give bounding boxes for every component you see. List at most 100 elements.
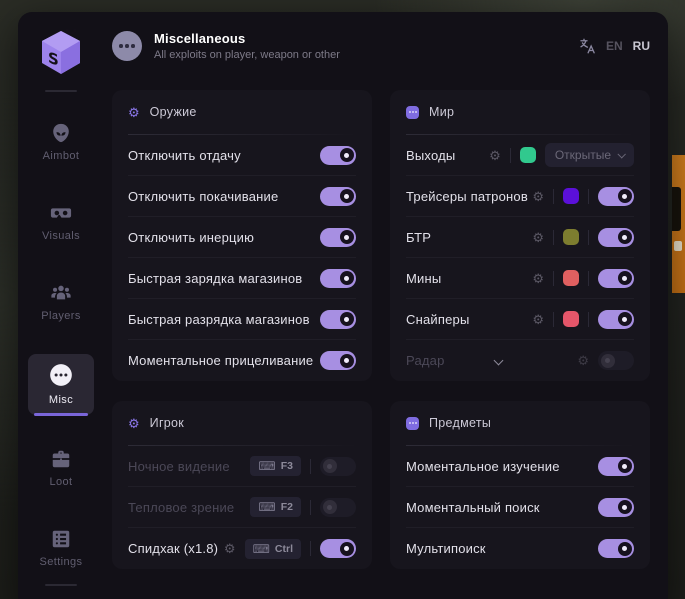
list-icon bbox=[50, 528, 72, 550]
toggle-knob bbox=[618, 542, 632, 556]
sidebar-item-loot[interactable]: Loot bbox=[28, 440, 94, 497]
toggle[interactable] bbox=[320, 228, 356, 247]
row-label: БТР bbox=[406, 230, 431, 245]
toggle-knob bbox=[618, 459, 632, 473]
sidebar-item-label: Loot bbox=[49, 476, 72, 488]
gear-icon[interactable]: ⚙ bbox=[224, 542, 236, 555]
toggle[interactable] bbox=[598, 310, 634, 329]
gear-icon: ⚙ bbox=[128, 417, 140, 430]
toggle[interactable] bbox=[320, 187, 356, 206]
sidebar-item-label: Visuals bbox=[42, 230, 80, 242]
exits-dropdown[interactable]: Открытые bbox=[545, 143, 634, 167]
hotkey-badge[interactable]: ⌨ F3 bbox=[250, 456, 301, 476]
gear-icon[interactable]: ⚙ bbox=[489, 149, 501, 162]
separator bbox=[310, 541, 311, 556]
sidebar-item-visuals[interactable]: Visuals bbox=[28, 194, 94, 251]
separator bbox=[510, 148, 511, 163]
banner-glyph bbox=[672, 187, 681, 231]
expand-chevron-icon[interactable] bbox=[493, 356, 503, 366]
svg-text:S: S bbox=[48, 49, 59, 70]
gear-icon[interactable]: ⚙ bbox=[532, 231, 544, 244]
misc-ellipsis-icon bbox=[112, 31, 142, 61]
row-label: Ночное видение bbox=[128, 459, 230, 474]
sidebar-item-label: Aimbot bbox=[43, 150, 80, 162]
sidebar-item-misc[interactable]: Misc bbox=[28, 354, 94, 415]
section-header: Мир bbox=[406, 90, 634, 134]
section-title: Оружие bbox=[150, 105, 197, 119]
row-snipers: Снайперы ⚙ bbox=[406, 299, 634, 340]
ellipsis-icon bbox=[48, 362, 74, 388]
color-swatch[interactable] bbox=[563, 311, 579, 327]
toggle[interactable] bbox=[598, 187, 634, 206]
color-swatch[interactable] bbox=[563, 270, 579, 286]
row-label: Спидхак (x1.8) bbox=[128, 541, 218, 556]
background-game-banner bbox=[672, 155, 685, 293]
toggle[interactable] bbox=[320, 269, 356, 288]
section-weapon: ⚙ Оружие Отключить отдачу Отключить пока… bbox=[112, 90, 372, 381]
row-label: Радар bbox=[406, 353, 445, 368]
toggle[interactable] bbox=[320, 146, 356, 165]
toggle[interactable] bbox=[320, 539, 356, 558]
gear-icon[interactable]: ⚙ bbox=[532, 313, 544, 326]
left-column: ⚙ Оружие Отключить отдачу Отключить пока… bbox=[112, 90, 372, 569]
toggle-knob bbox=[340, 354, 354, 368]
toggle[interactable] bbox=[320, 498, 356, 517]
section-world: Мир Выходы ⚙ Открытые bbox=[390, 90, 650, 381]
color-swatch[interactable] bbox=[520, 147, 536, 163]
toggle[interactable] bbox=[598, 228, 634, 247]
toggle[interactable] bbox=[320, 351, 356, 370]
row-label: Мины bbox=[406, 271, 441, 286]
row-label: Отключить отдачу bbox=[128, 148, 241, 163]
row-instant-loot: Моментальный поиск bbox=[406, 487, 634, 528]
app-logo-icon: S G bbox=[37, 28, 85, 78]
toggle[interactable] bbox=[598, 539, 634, 558]
toggle[interactable] bbox=[320, 310, 356, 329]
toggle[interactable] bbox=[598, 498, 634, 517]
lang-ru-button[interactable]: RU bbox=[633, 39, 650, 53]
row-exits: Выходы ⚙ Открытые bbox=[406, 135, 634, 176]
gear-icon[interactable]: ⚙ bbox=[532, 272, 544, 285]
content-grid: ⚙ Оружие Отключить отдачу Отключить пока… bbox=[112, 90, 650, 569]
separator bbox=[310, 459, 311, 474]
toggle-knob bbox=[323, 500, 337, 514]
toggle-knob bbox=[340, 271, 354, 285]
hotkey-badge[interactable]: ⌨ Ctrl bbox=[245, 539, 301, 559]
toggle[interactable] bbox=[598, 351, 634, 370]
group-icon bbox=[49, 282, 73, 304]
sidebar-item-settings[interactable]: Settings bbox=[28, 520, 94, 577]
section-title: Игрок bbox=[150, 416, 184, 430]
lang-en-button[interactable]: EN bbox=[606, 39, 623, 53]
separator bbox=[553, 189, 554, 204]
sidebar-item-players[interactable]: Players bbox=[28, 274, 94, 331]
page-subtitle: All exploits on player, weapon or other bbox=[154, 49, 340, 61]
color-swatch[interactable] bbox=[563, 229, 579, 245]
toggle[interactable] bbox=[598, 269, 634, 288]
section-items: Предметы Моментальное изучение Моменталь… bbox=[390, 401, 650, 569]
main-panel: Miscellaneous All exploits on player, we… bbox=[104, 12, 668, 599]
hotkey-label: Ctrl bbox=[275, 543, 293, 555]
color-swatch[interactable] bbox=[563, 188, 579, 204]
toggle[interactable] bbox=[320, 457, 356, 476]
toggle-knob bbox=[340, 189, 354, 203]
gear-icon[interactable]: ⚙ bbox=[532, 190, 544, 203]
toggle[interactable] bbox=[598, 457, 634, 476]
row-instant-research: Моментальное изучение bbox=[406, 446, 634, 487]
page-title: Miscellaneous bbox=[154, 31, 340, 46]
row-label: Тепловое зрение bbox=[128, 500, 234, 515]
hotkey-badge[interactable]: ⌨ F2 bbox=[250, 497, 301, 517]
toggle-knob bbox=[618, 271, 632, 285]
header-text: Miscellaneous All exploits on player, we… bbox=[154, 31, 340, 61]
row-night-vision: Ночное видение ⌨ F3 bbox=[128, 446, 356, 487]
gear-icon[interactable]: ⚙ bbox=[577, 354, 589, 367]
row-label: Быстрая разрядка магазинов bbox=[128, 312, 310, 327]
row-label: Отключить покачивание bbox=[128, 189, 278, 204]
translate-icon bbox=[578, 37, 596, 55]
toggle-knob bbox=[340, 542, 354, 556]
row-speedhack: Спидхак (x1.8) ⚙ ⌨ Ctrl bbox=[128, 528, 356, 569]
toggle-knob bbox=[340, 312, 354, 326]
sidebar-item-label: Misc bbox=[49, 394, 73, 406]
row-multiloot: Мультипоиск bbox=[406, 528, 634, 569]
row-label: Моментальное изучение bbox=[406, 459, 560, 474]
sidebar: S G Aimbot Visuals Play bbox=[18, 12, 104, 599]
sidebar-item-aimbot[interactable]: Aimbot bbox=[28, 114, 94, 171]
